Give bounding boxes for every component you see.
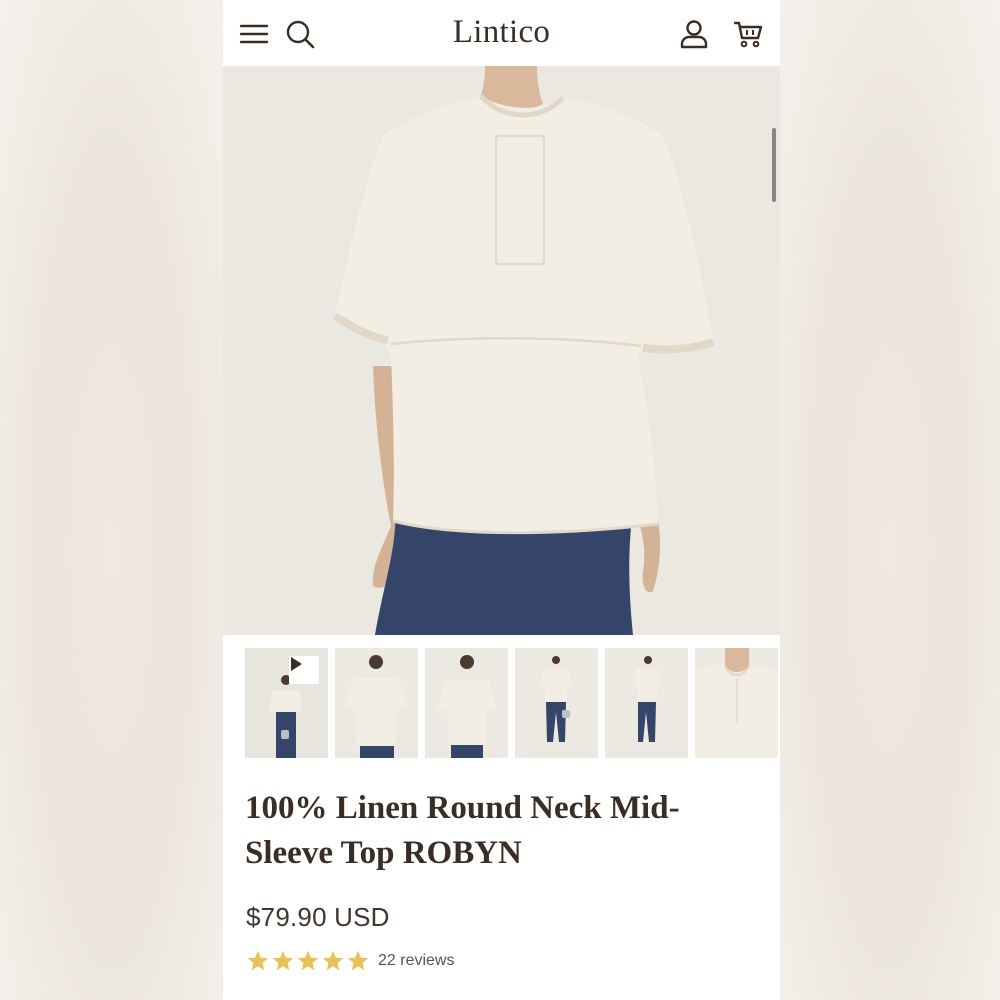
product-title: 100% Linen Round Neck Mid-Sleeve Top ROB… <box>245 790 680 871</box>
reviews-count-link[interactable]: 22 reviews <box>378 952 454 970</box>
product-price: $79.90 USD <box>246 902 390 932</box>
product-main-image[interactable] <box>223 66 780 635</box>
thumbnail-full-body-front[interactable] <box>515 648 598 758</box>
background-blur-left <box>0 0 223 1000</box>
star-icon <box>347 950 369 971</box>
thumbnail-video[interactable] <box>245 648 328 758</box>
cart-button[interactable] <box>732 18 764 50</box>
account-button[interactable] <box>678 18 710 50</box>
star-icon <box>272 950 294 971</box>
star-icon <box>297 950 319 971</box>
thumbnail-image <box>335 648 418 758</box>
product-rating[interactable]: 22 reviews <box>246 949 454 973</box>
user-account-icon <box>680 20 708 49</box>
thumbnail-gallery <box>245 648 780 760</box>
site-header: Lintico <box>223 0 780 66</box>
thumbnail-image <box>425 648 508 758</box>
star-icon <box>247 950 269 971</box>
product-page: Lintico 100% Linen Round Neck Mid-Sleeve… <box>223 0 780 1000</box>
shopping-cart-icon <box>733 21 763 48</box>
thumbnail-image <box>515 648 598 758</box>
star-icon <box>322 950 344 971</box>
thumbnail-neckline-detail[interactable] <box>695 648 778 758</box>
play-icon <box>289 656 319 684</box>
thumbnail-front-view[interactable] <box>425 648 508 758</box>
thumbnail-image <box>605 648 688 758</box>
thumbnail-image <box>695 648 778 758</box>
model-wearing-top-illustration <box>223 66 780 635</box>
thumbnail-full-body-side[interactable] <box>605 648 688 758</box>
page-scrollbar-thumb[interactable] <box>772 128 776 202</box>
thumbnail-back-view[interactable] <box>335 648 418 758</box>
star-rating <box>246 949 370 973</box>
background-blur-right <box>779 0 1000 1000</box>
